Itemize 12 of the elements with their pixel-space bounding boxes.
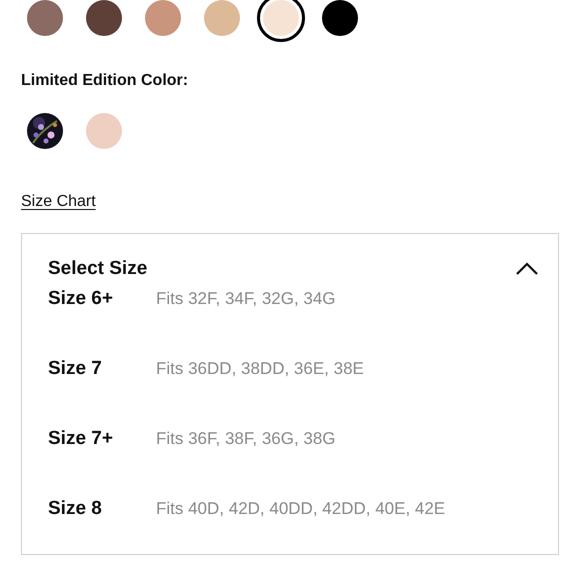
size-dropdown[interactable]: Select Size Size 6+ Fits 32F, 34F, 32G, 34G Size 7 Fits 36DD, 38DD, 36E, 38E Size 7+ Fits 36F, 38F, 36G, 38G Size 8 Fits 40D, 42D, 40DD, 42DD, 40E, 42E	[21, 233, 559, 555]
size-option[interactable]: Size 7+	[48, 428, 156, 450]
fit-description: Fits 36F, 38F, 36G, 38G	[156, 429, 336, 449]
size-chart-link[interactable]: Size Chart	[21, 192, 96, 212]
size-option[interactable]: Size 6+	[48, 289, 156, 310]
section-heading: Limited Edition Color:	[20, 71, 190, 91]
fit-description: Fits 36DD, 38DD, 36E, 38E	[156, 359, 364, 379]
size-option[interactable]: Size 8	[48, 498, 156, 520]
size-option[interactable]: Size 7	[48, 358, 156, 380]
fit-description: Fits 40D, 42D, 40DD, 42DD, 40E, 42E	[156, 499, 446, 519]
fit-description: Fits 32F, 34F, 32G, 34G	[156, 289, 336, 309]
size-dropdown-header[interactable]: Select Size	[22, 234, 558, 289]
